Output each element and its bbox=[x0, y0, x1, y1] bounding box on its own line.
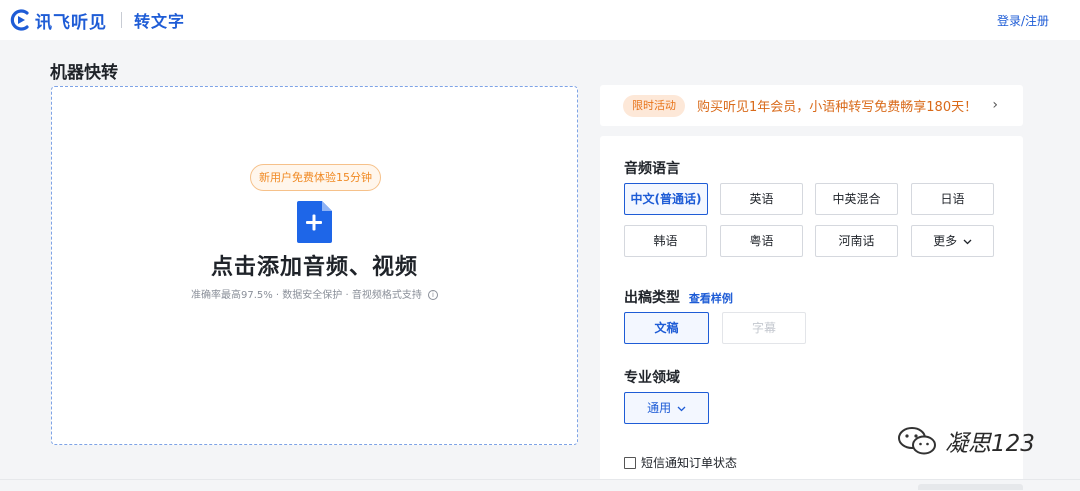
free-trial-badge: 新用户免费体验15分钟 bbox=[250, 164, 381, 191]
promo-tag: 限时活动 bbox=[623, 94, 685, 117]
chevron-right-icon: › bbox=[992, 97, 998, 113]
view-sample-link[interactable]: 查看样例 bbox=[689, 292, 733, 305]
domain-selected-label: 通用 bbox=[647, 401, 672, 415]
sms-notify-row[interactable]: 短信通知订单状态 bbox=[624, 454, 737, 471]
logo-icon bbox=[10, 9, 29, 31]
lang-option-english[interactable]: 英语 bbox=[720, 183, 803, 215]
output-option-subtitle[interactable]: 字幕 bbox=[722, 312, 806, 344]
top-bar: 讯飞听见 转文字 登录/注册 bbox=[0, 0, 1080, 40]
file-add-icon bbox=[297, 201, 332, 243]
chevron-down-icon bbox=[677, 406, 686, 411]
lang-option-zh-en-mixed[interactable]: 中英混合 bbox=[815, 183, 898, 215]
promo-text: 购买听见1年会员，小语种转写免费畅享180天！ bbox=[697, 100, 978, 115]
product-name: 转文字 bbox=[134, 12, 186, 31]
logo-text: 讯飞听见 bbox=[35, 12, 107, 33]
lang-option-mandarin[interactable]: 中文(普通话) bbox=[624, 183, 708, 215]
domain-dropdown[interactable]: 通用 bbox=[624, 392, 709, 424]
audio-language-label: 音频语言 bbox=[624, 161, 680, 177]
sms-notify-label: 短信通知订单状态 bbox=[641, 456, 738, 470]
lang-option-korean[interactable]: 韩语 bbox=[624, 225, 707, 257]
watermark: 凝思123 bbox=[897, 424, 1035, 458]
logo[interactable]: 讯飞听见 转文字 bbox=[10, 7, 185, 33]
upload-hint-text: 准确率最高97.5% · 数据安全保护 · 音视频格式支持 bbox=[190, 290, 422, 301]
info-icon[interactable]: i bbox=[428, 290, 439, 300]
lang-more-dropdown[interactable]: 更多 bbox=[911, 225, 994, 257]
lang-option-japanese[interactable]: 日语 bbox=[911, 183, 994, 215]
output-option-transcript[interactable]: 文稿 bbox=[624, 312, 709, 344]
logo-divider bbox=[121, 12, 122, 28]
bottom-action-button[interactable] bbox=[918, 484, 1023, 490]
promo-banner[interactable]: 限时活动 购买听见1年会员，小语种转写免费畅享180天！ › bbox=[600, 85, 1023, 126]
page-title: 机器快转 bbox=[50, 63, 118, 83]
lang-option-cantonese[interactable]: 粤语 bbox=[720, 225, 803, 257]
login-register-link[interactable]: 登录/注册 bbox=[997, 12, 1049, 29]
upload-hint: 准确率最高97.5% · 数据安全保护 · 音视频格式支持 i bbox=[52, 286, 577, 301]
sms-notify-checkbox[interactable] bbox=[624, 456, 636, 469]
lang-option-henan[interactable]: 河南话 bbox=[815, 225, 898, 257]
output-type-label-row: 出稿类型 查看样例 bbox=[624, 287, 733, 307]
watermark-text: 凝思123 bbox=[945, 431, 1035, 457]
wechat-icon bbox=[898, 427, 936, 455]
chevron-down-icon bbox=[963, 239, 972, 244]
lang-more-label: 更多 bbox=[933, 234, 958, 248]
output-type-label: 出稿类型 bbox=[624, 290, 680, 306]
upload-dropzone[interactable]: 新用户免费体验15分钟 点击添加音频、视频 准确率最高97.5% · 数据安全保… bbox=[51, 86, 578, 445]
upload-title: 点击添加音频、视频 bbox=[210, 255, 418, 280]
domain-label: 专业领域 bbox=[624, 370, 680, 386]
